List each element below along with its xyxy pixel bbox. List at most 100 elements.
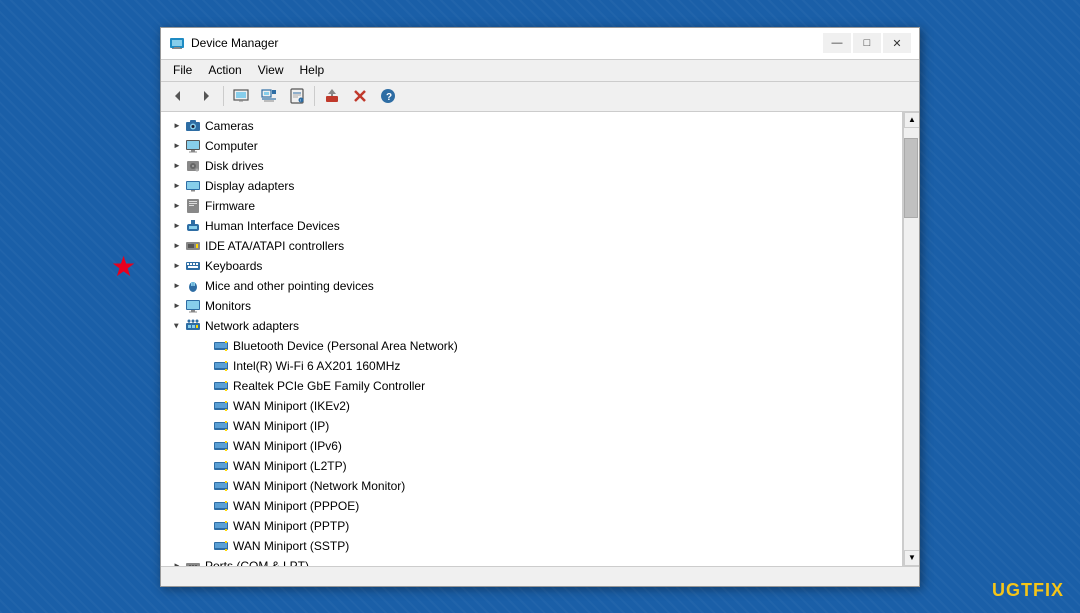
expand-arrow-monitors[interactable]: ►	[169, 298, 185, 314]
device-icon-realtek	[213, 378, 229, 394]
device-label-computer: Computer	[205, 139, 258, 153]
tree-item-ide-atapi[interactable]: ► IDE ATA/ATAPI controllers	[161, 236, 902, 256]
expand-arrow-wan-netmon[interactable]	[197, 478, 213, 494]
tree-item-human-interface[interactable]: ►Human Interface Devices	[161, 216, 902, 236]
svg-text:?: ?	[386, 92, 392, 103]
tree-item-wan-netmon[interactable]: WAN Miniport (Network Monitor)	[161, 476, 902, 496]
tree-item-monitors[interactable]: ►Monitors	[161, 296, 902, 316]
uninstall-button[interactable]	[347, 84, 373, 108]
tree-item-network-adapters[interactable]: ►Network adapters	[161, 316, 902, 336]
title-bar: Device Manager — □ ✕	[161, 28, 919, 60]
tree-item-mice[interactable]: ► Mice and other pointing devices	[161, 276, 902, 296]
device-tree[interactable]: ►Cameras►Computer►Disk drives►Display ad…	[161, 112, 903, 566]
tree-item-wan-sstp[interactable]: WAN Miniport (SSTP)	[161, 536, 902, 556]
device-label-wan-sstp: WAN Miniport (SSTP)	[233, 539, 349, 553]
expand-arrow-display-adapters[interactable]: ►	[169, 178, 185, 194]
tree-item-realtek[interactable]: Realtek PCIe GbE Family Controller	[161, 376, 902, 396]
device-icon-ide-atapi	[185, 238, 201, 254]
scroll-down-button[interactable]: ▼	[904, 550, 919, 566]
toolbar: i ?	[161, 82, 919, 112]
scrollbar[interactable]: ▲ ▼	[903, 112, 919, 566]
tree-item-wan-pptp[interactable]: WAN Miniport (PPTP)	[161, 516, 902, 536]
expand-arrow-wan-ipv6[interactable]	[197, 438, 213, 454]
device-icon-keyboards	[185, 258, 201, 274]
expand-arrow-computer[interactable]: ►	[169, 138, 185, 154]
properties-button[interactable]: i	[284, 84, 310, 108]
tree-item-firmware[interactable]: ►Firmware	[161, 196, 902, 216]
device-icon-computer	[185, 138, 201, 154]
device-label-wan-netmon: WAN Miniport (Network Monitor)	[233, 479, 405, 493]
device-icon-network-adapters	[185, 318, 201, 334]
expand-arrow-mice[interactable]: ►	[169, 278, 185, 294]
device-manager-window: Device Manager — □ ✕ File Action View He…	[160, 27, 920, 587]
device-label-keyboards: Keyboards	[205, 259, 262, 273]
star-annotation: ★	[111, 250, 136, 283]
device-label-wan-pptp: WAN Miniport (PPTP)	[233, 519, 349, 533]
device-label-wifi: Intel(R) Wi-Fi 6 AX201 160MHz	[233, 359, 400, 373]
expand-arrow-network-adapters[interactable]: ►	[169, 318, 185, 334]
show-devices-button[interactable]	[228, 84, 254, 108]
expand-arrow-cameras[interactable]: ►	[169, 118, 185, 134]
expand-arrow-wan-ikev2[interactable]	[197, 398, 213, 414]
device-icon-disk-drives	[185, 158, 201, 174]
device-icon-cameras	[185, 118, 201, 134]
tree-item-cameras[interactable]: ►Cameras	[161, 116, 902, 136]
status-bar	[161, 566, 919, 586]
expand-arrow-disk-drives[interactable]: ►	[169, 158, 185, 174]
tree-item-wan-ikev2[interactable]: WAN Miniport (IKEv2)	[161, 396, 902, 416]
device-label-wan-l2tp: WAN Miniport (L2TP)	[233, 459, 347, 473]
watermark-prefix: UG	[992, 580, 1021, 600]
expand-arrow-bluetooth[interactable]	[197, 338, 213, 354]
device-label-ide-atapi: IDE ATA/ATAPI controllers	[205, 239, 344, 253]
maximize-button[interactable]: □	[853, 33, 881, 53]
tree-item-keyboards[interactable]: ► Keyboards	[161, 256, 902, 276]
expand-arrow-realtek[interactable]	[197, 378, 213, 394]
scan-button[interactable]	[256, 84, 282, 108]
device-label-wan-ip: WAN Miniport (IP)	[233, 419, 329, 433]
minimize-button[interactable]: —	[823, 33, 851, 53]
tree-item-wan-ipv6[interactable]: WAN Miniport (IPv6)	[161, 436, 902, 456]
expand-arrow-wifi[interactable]	[197, 358, 213, 374]
svg-text:i: i	[300, 98, 301, 103]
help-button[interactable]: ?	[375, 84, 401, 108]
forward-button[interactable]	[193, 84, 219, 108]
expand-arrow-wan-pppoe[interactable]	[197, 498, 213, 514]
menu-help[interactable]: Help	[292, 61, 333, 79]
expand-arrow-firmware[interactable]: ►	[169, 198, 185, 214]
device-label-ports: Ports (COM & LPT)	[205, 559, 309, 566]
expand-arrow-human-interface[interactable]: ►	[169, 218, 185, 234]
device-icon-monitors	[185, 298, 201, 314]
menu-view[interactable]: View	[250, 61, 292, 79]
device-label-display-adapters: Display adapters	[205, 179, 294, 193]
scroll-up-button[interactable]: ▲	[904, 112, 919, 128]
back-button[interactable]	[165, 84, 191, 108]
tree-item-wifi[interactable]: Intel(R) Wi-Fi 6 AX201 160MHz	[161, 356, 902, 376]
tree-item-wan-pppoe[interactable]: WAN Miniport (PPPOE)	[161, 496, 902, 516]
expand-arrow-wan-l2tp[interactable]	[197, 458, 213, 474]
expand-arrow-wan-pptp[interactable]	[197, 518, 213, 534]
tree-item-bluetooth[interactable]: Bluetooth Device (Personal Area Network)	[161, 336, 902, 356]
device-label-mice: Mice and other pointing devices	[205, 279, 374, 293]
scroll-thumb[interactable]	[904, 138, 918, 218]
tree-item-wan-ip[interactable]: WAN Miniport (IP)	[161, 416, 902, 436]
device-icon-bluetooth	[213, 338, 229, 354]
expand-arrow-wan-ip[interactable]	[197, 418, 213, 434]
expand-arrow-ports[interactable]: ►	[169, 558, 185, 566]
close-button[interactable]: ✕	[883, 33, 911, 53]
expand-arrow-ide-atapi[interactable]: ►	[169, 238, 185, 254]
device-icon-ports	[185, 558, 201, 566]
expand-arrow-wan-sstp[interactable]	[197, 538, 213, 554]
tree-item-disk-drives[interactable]: ► Disk drives	[161, 156, 902, 176]
window-title: Device Manager	[191, 36, 823, 50]
tree-item-display-adapters[interactable]: ► Display adapters	[161, 176, 902, 196]
device-icon-wan-l2tp	[213, 458, 229, 474]
device-label-disk-drives: Disk drives	[205, 159, 264, 173]
tree-item-wan-l2tp[interactable]: WAN Miniport (L2TP)	[161, 456, 902, 476]
menu-file[interactable]: File	[165, 61, 200, 79]
expand-arrow-keyboards[interactable]: ►	[169, 258, 185, 274]
device-label-wan-ipv6: WAN Miniport (IPv6)	[233, 439, 342, 453]
tree-item-computer[interactable]: ► Computer	[161, 136, 902, 156]
tree-item-ports[interactable]: ► Ports (COM & LPT)	[161, 556, 902, 566]
update-driver-button[interactable]	[319, 84, 345, 108]
menu-action[interactable]: Action	[200, 61, 249, 79]
